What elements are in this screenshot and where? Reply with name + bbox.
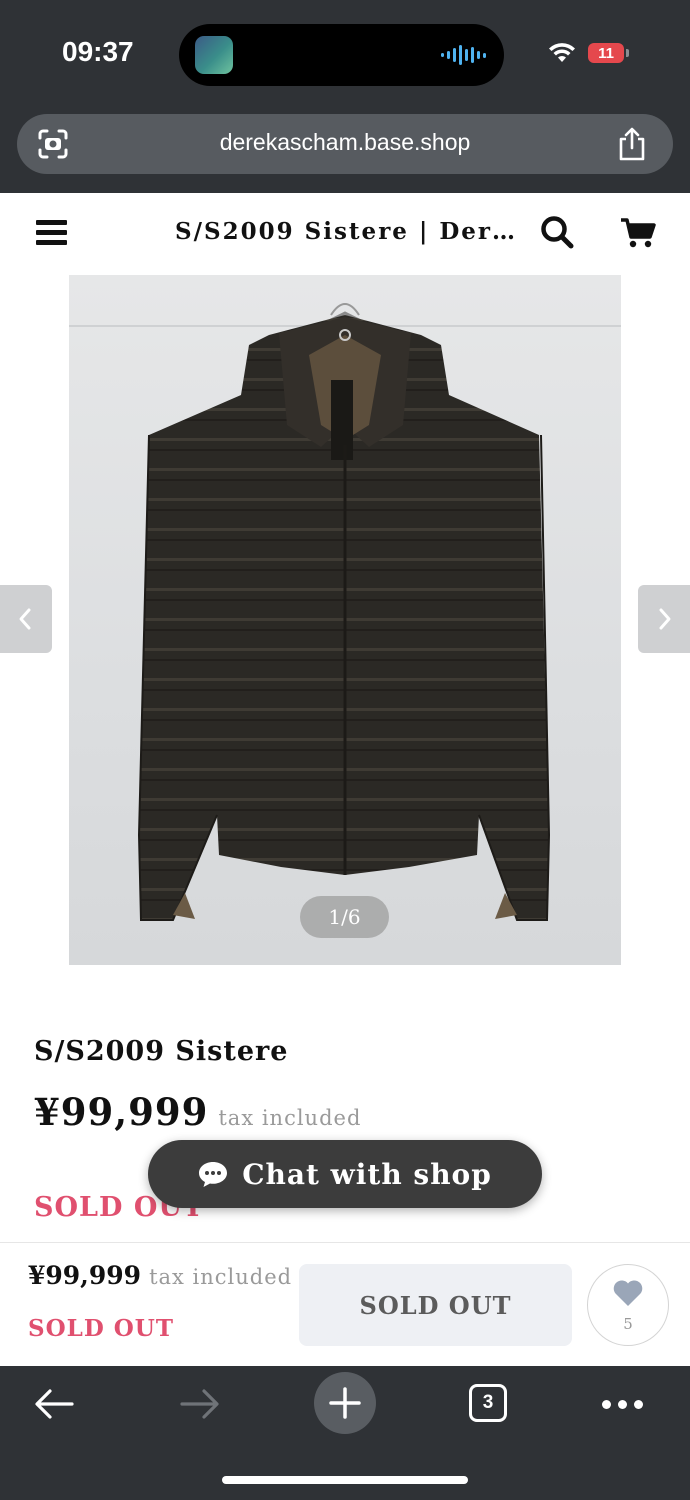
bar-price-row: ¥99,999 tax included <box>28 1261 292 1290</box>
product-image-gallery[interactable]: 1/6 <box>69 275 621 965</box>
back-arrow-icon[interactable] <box>34 1388 74 1420</box>
tabs-button[interactable]: 3 <box>469 1384 507 1422</box>
product-name: S/S2009 Sistere <box>34 1036 289 1067</box>
chevron-left-icon <box>19 608 31 630</box>
product-photo <box>69 275 621 965</box>
sold-out-button[interactable]: SOLD OUT <box>299 1264 572 1346</box>
dynamic-island <box>179 24 504 86</box>
wifi-icon <box>549 43 575 62</box>
url-text[interactable]: derekascham.base.shop <box>17 129 673 156</box>
page-title: S/S2009 Sistere | Derek Ascham <box>175 218 520 245</box>
search-icon[interactable] <box>540 215 574 249</box>
chat-bubble-icon <box>199 1162 228 1187</box>
chevron-right-icon <box>659 608 671 630</box>
favorite-button[interactable]: 5 <box>587 1264 669 1346</box>
site-header: S/S2009 Sistere | Derek Ascham <box>0 193 690 273</box>
tax-note: tax included <box>218 1106 362 1130</box>
bar-sold-out-label: SOLD OUT <box>28 1315 174 1342</box>
chat-with-shop-button[interactable]: Chat with shop <box>148 1140 542 1208</box>
battery-icon: 11 <box>588 43 629 63</box>
browser-chrome-top: 09:37 11 derekascham.base.shop <box>0 0 690 193</box>
forward-arrow-icon[interactable] <box>180 1388 220 1420</box>
now-playing-thumbnail <box>195 36 233 74</box>
plus-icon <box>329 1387 361 1419</box>
favorite-count: 5 <box>623 1315 633 1333</box>
more-icon[interactable] <box>602 1400 643 1409</box>
bar-tax-note: tax included <box>149 1265 293 1289</box>
heart-icon <box>613 1280 643 1306</box>
share-icon[interactable] <box>617 126 647 162</box>
purchase-bar: ¥99,999 tax included SOLD OUT SOLD OUT 5 <box>0 1242 690 1367</box>
browser-toolbar: 3 <box>0 1366 690 1500</box>
menu-icon[interactable] <box>36 220 67 246</box>
chat-button-label: Chat with shop <box>242 1157 492 1191</box>
product-price: ¥99,999 <box>34 1090 209 1134</box>
next-image-button[interactable] <box>638 585 690 653</box>
bar-price: ¥99,999 <box>28 1261 142 1290</box>
new-tab-button[interactable] <box>314 1372 376 1434</box>
image-counter: 1/6 <box>300 896 389 938</box>
price-row: ¥99,999 tax included <box>34 1090 361 1134</box>
audio-wave-icon <box>441 44 486 66</box>
previous-image-button[interactable] <box>0 585 52 653</box>
home-indicator <box>222 1476 468 1484</box>
status-icons: 11 <box>548 42 629 64</box>
url-bar[interactable]: derekascham.base.shop <box>17 114 673 174</box>
cart-icon[interactable] <box>620 217 656 249</box>
jacket-image <box>137 303 551 921</box>
status-time: 09:37 <box>62 36 134 67</box>
